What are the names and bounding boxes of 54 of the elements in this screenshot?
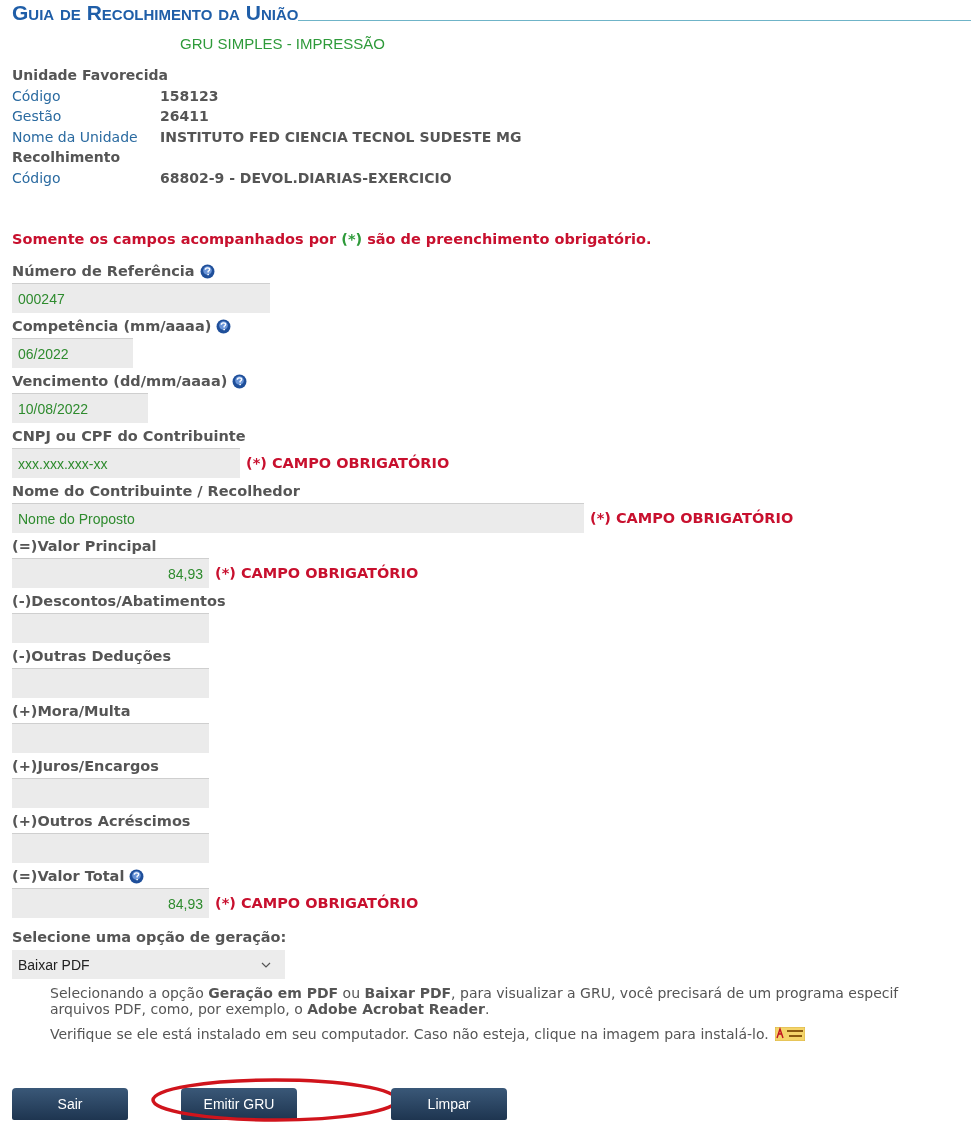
input-field[interactable]: Nome do Proposto <box>12 503 584 533</box>
field-label: (-)Descontos/Abatimentos <box>12 592 226 611</box>
info-paragraph: Selecionando a opção Geração em PDF ou Baixar PDF, para visualizar a GRU, você precisará de um programa especif arquivos PDF, como, por exemplo, o Adobe Acrobat Reader. <box>50 985 900 1017</box>
info-label: Gestão <box>12 107 63 126</box>
input-field[interactable]: 10/08/2022 <box>12 393 148 423</box>
field-label: Vencimento (dd/mm/aaaa) <box>12 372 228 391</box>
help-icon[interactable] <box>216 318 232 334</box>
page-subtitle: GRU SIMPLES - IMPRESSÃO <box>180 34 387 54</box>
generation-select[interactable]: Baixar PDF <box>12 950 285 979</box>
input-field[interactable] <box>12 668 209 698</box>
input-field[interactable]: 000247 <box>12 283 270 313</box>
info-value: 68802-9 - DEVOL.DIARIAS-EXERCICIO <box>160 168 452 188</box>
input-field[interactable]: 06/2022 <box>12 338 133 368</box>
info-label: Código <box>12 86 62 106</box>
field-label: Número de Referência <box>12 262 195 281</box>
required-label: (*) CAMPO OBRIGATÓRIO <box>215 895 419 911</box>
field-label: Nome do Contribuinte / Recolhedor <box>12 482 300 501</box>
field-label: Competência (mm/aaaa) <box>12 317 212 336</box>
info-value: 158123 <box>160 86 219 106</box>
field-label: (=)Valor Principal <box>12 537 157 556</box>
info-value: INSTITUTO FED CIENCIA TECNOL SUDESTE MG <box>160 127 522 147</box>
field-label: (+)Mora/Multa <box>12 702 131 721</box>
required-notice: Somente os campos acompanhados por (*) são de preenchimento obrigatório. <box>12 230 653 248</box>
chevron-icon <box>261 961 271 968</box>
action-button[interactable]: Limpar <box>391 1088 507 1120</box>
input-field[interactable] <box>12 778 209 808</box>
action-button[interactable]: Emitir GRU <box>181 1088 297 1120</box>
required-label: (*) CAMPO OBRIGATÓRIO <box>215 565 419 581</box>
help-icon[interactable] <box>232 373 248 389</box>
section-heading: Recolhimento <box>12 148 122 167</box>
info-value: 26411 <box>160 107 209 126</box>
required-label: (*) CAMPO OBRIGATÓRIO <box>246 455 450 471</box>
info-label: Código <box>12 168 62 188</box>
page-title: Guia de Recolhimento da União <box>12 2 299 24</box>
input-field[interactable]: 84,93 <box>12 558 209 588</box>
input-field[interactable]: 84,93 <box>12 888 209 918</box>
section-heading: Unidade Favorecida <box>12 66 169 85</box>
install-note: Verifique se ele está instalado em seu computador. Caso não esteja, clique na imagem para instalá-lo. <box>50 1026 769 1042</box>
field-label: (+)Juros/Encargos <box>12 757 159 776</box>
reader-badge-icon[interactable] <box>774 1027 805 1041</box>
input-field[interactable] <box>12 723 209 753</box>
help-icon[interactable] <box>199 263 215 279</box>
input-field[interactable] <box>12 613 209 643</box>
field-label: Selecione uma opção de geração: <box>12 928 288 947</box>
input-field[interactable]: xxx.xxx.xxx-xx <box>12 448 240 478</box>
action-button[interactable]: Sair <box>12 1088 128 1120</box>
field-label: (-)Outras Deduções <box>12 647 172 666</box>
required-label: (*) CAMPO OBRIGATÓRIO <box>590 510 794 526</box>
field-label: (+)Outros Acréscimos <box>12 812 191 831</box>
help-icon[interactable] <box>129 868 145 884</box>
field-label: CNPJ ou CPF do Contribuinte <box>12 427 246 446</box>
field-label: (=)Valor Total <box>12 867 125 886</box>
input-field[interactable] <box>12 833 209 863</box>
info-label: Nome da Unidade <box>12 127 139 147</box>
